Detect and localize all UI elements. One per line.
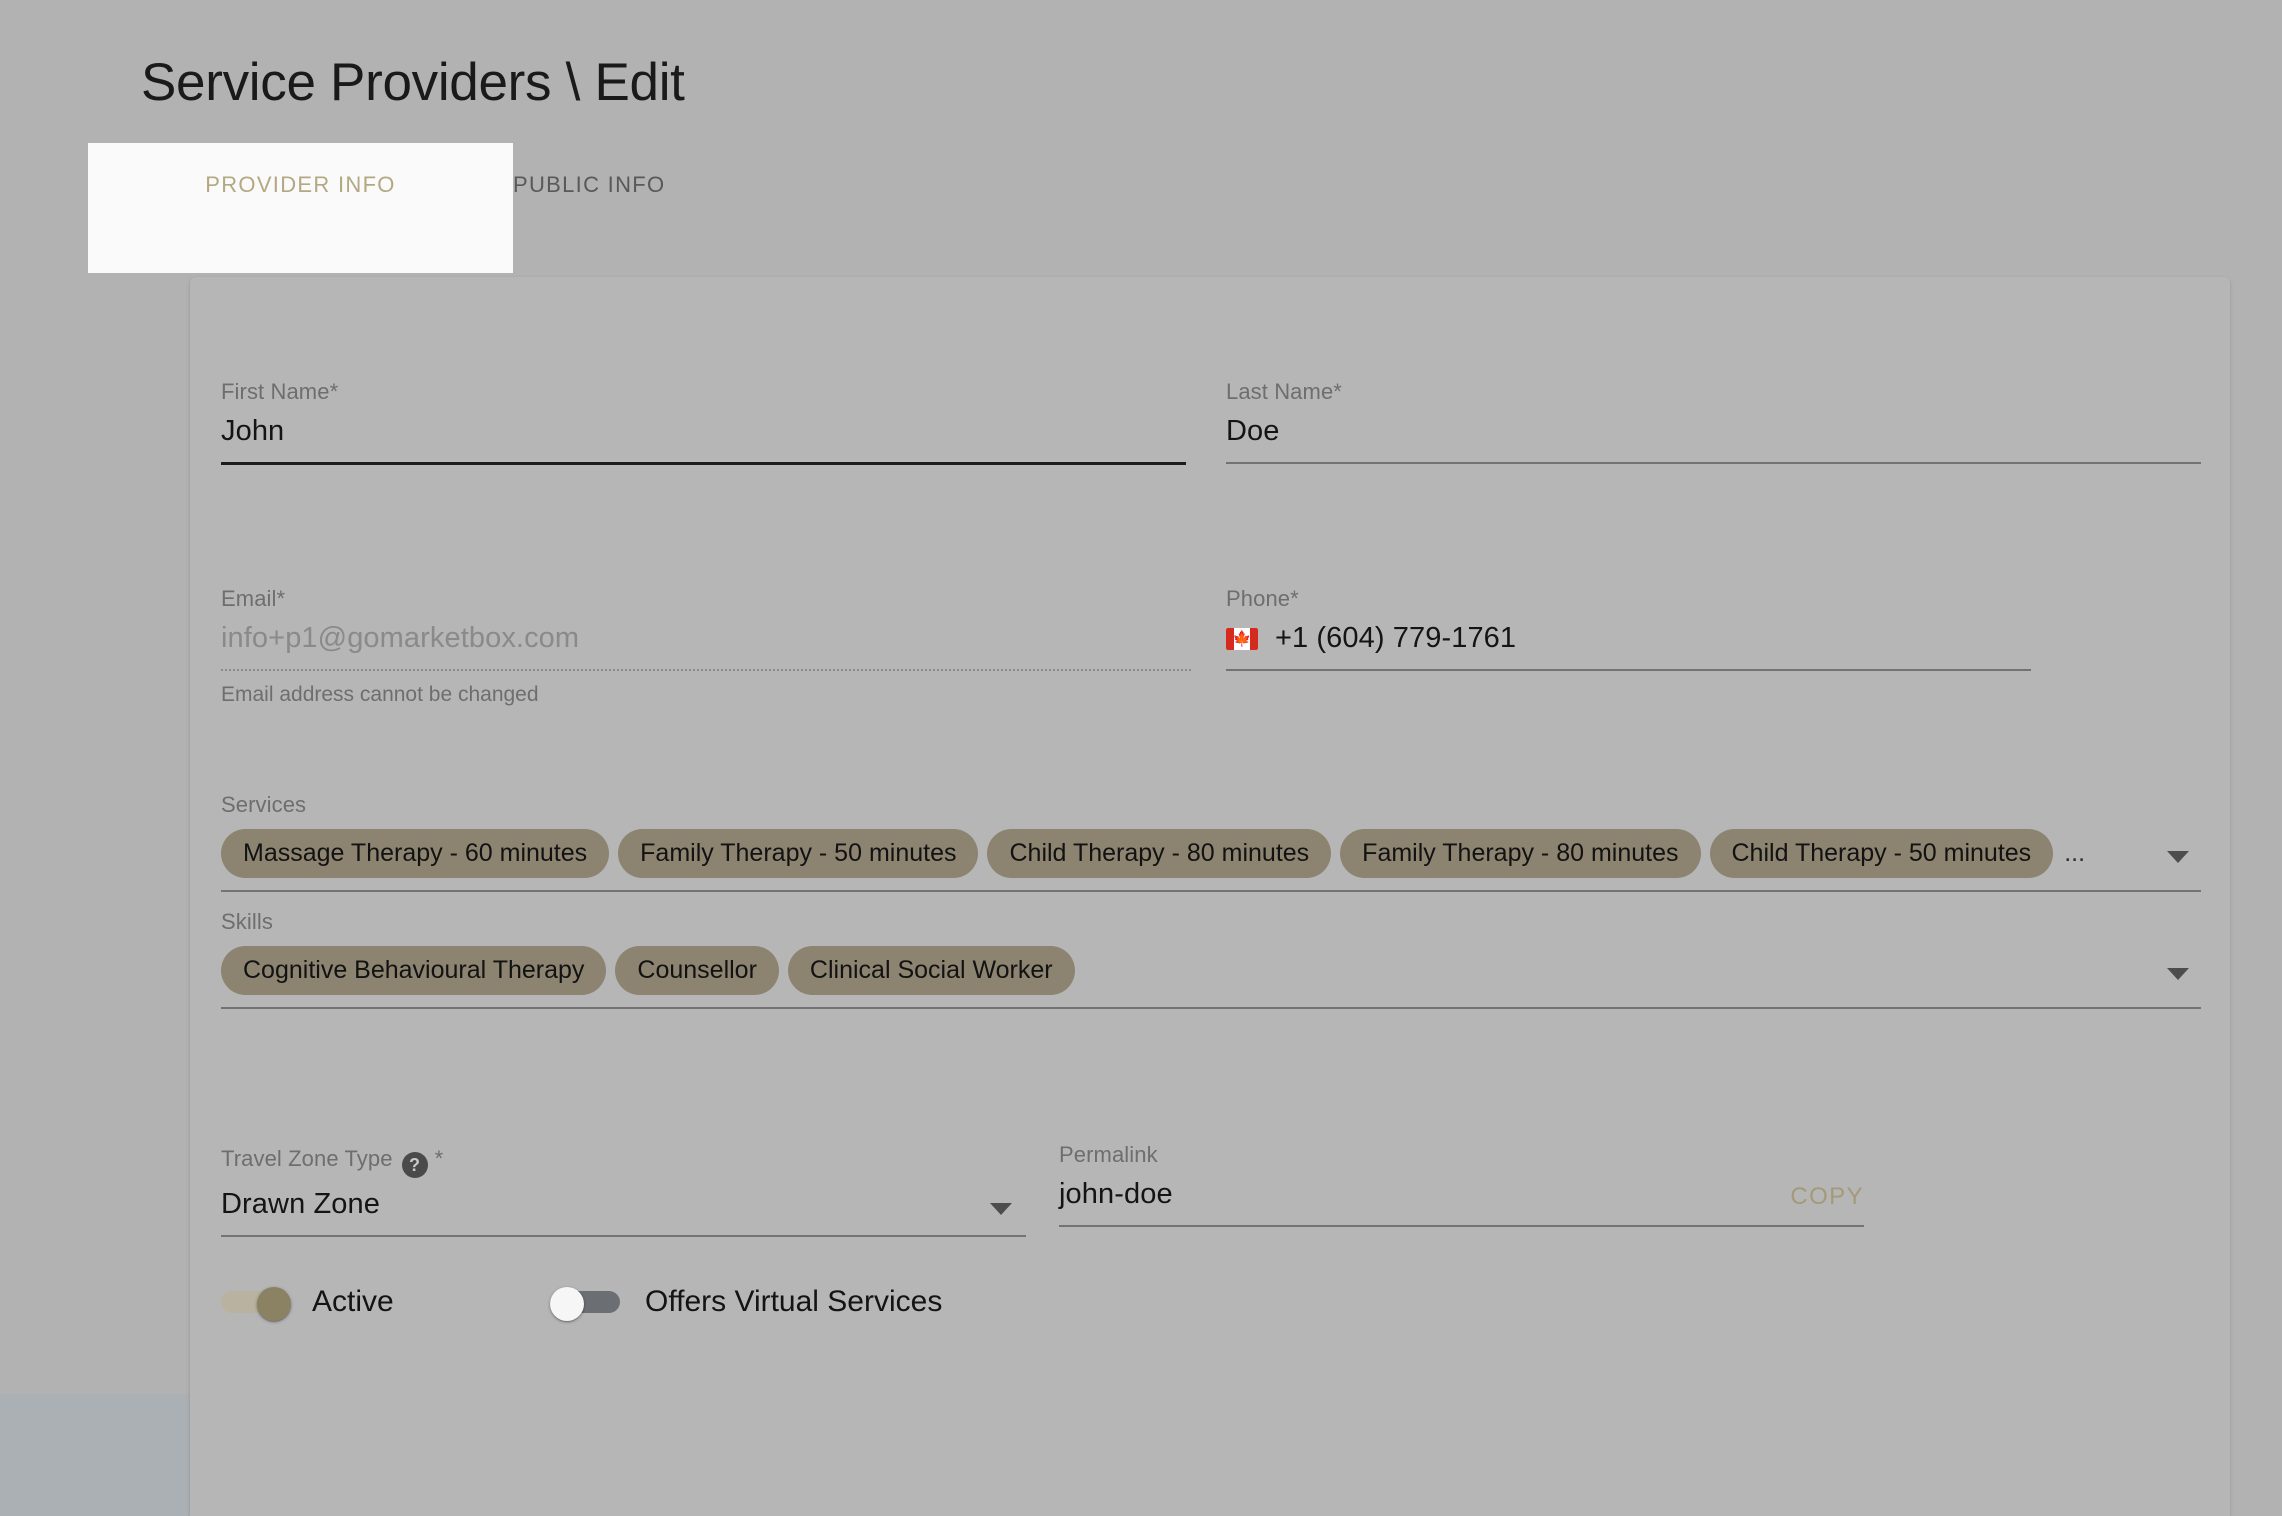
travel-zone-type-label: Travel Zone Type? * [221, 1146, 1026, 1178]
toggle-thumb [257, 1287, 291, 1321]
field-last-name: Last Name* Doe [1226, 379, 2201, 464]
required-asterisk: * [329, 379, 339, 404]
toggle-offers-virtual-services[interactable] [550, 1287, 620, 1321]
first-name-label: First Name* [221, 379, 339, 404]
canada-flag-icon[interactable]: 🍁 [1226, 627, 1258, 650]
tab-list: PROVIDER INFO [88, 143, 513, 273]
first-name-input[interactable]: John [221, 415, 1186, 465]
toggle-active[interactable] [221, 1287, 291, 1321]
permalink-input-wrap[interactable]: john-doe COPY [1059, 1178, 1864, 1227]
page-title: Service Providers \ Edit [141, 53, 685, 112]
services-label: Services [221, 792, 307, 817]
tab-provider-info[interactable]: PROVIDER INFO [88, 143, 513, 198]
field-permalink: Permalink john-doe COPY [1059, 1142, 1864, 1227]
services-select[interactable]: Massage Therapy - 60 minutes Family Ther… [221, 829, 2201, 893]
travel-zone-type-value: Drawn Zone [221, 1188, 380, 1220]
chip-service[interactable]: Family Therapy - 80 minutes [1340, 829, 1701, 879]
chip-service[interactable]: Massage Therapy - 60 minutes [221, 829, 610, 879]
chevron-down-icon[interactable] [990, 1202, 1012, 1215]
copy-permalink-button[interactable]: COPY [1790, 1183, 1864, 1211]
services-chip-list: Massage Therapy - 60 minutes Family Ther… [221, 829, 2111, 890]
phone-label: Phone* [1226, 586, 1299, 611]
toggle-virtual-services-group: Offers Virtual Services [550, 1285, 943, 1321]
services-overflow-indicator: ... [2064, 839, 2086, 868]
tab-strip: PROVIDER INFO [88, 143, 551, 375]
skills-chip-list: Cognitive Behavioural Therapy Counsellor… [221, 946, 2201, 1007]
chip-service[interactable]: Child Therapy - 50 minutes [1709, 829, 2054, 879]
toggle-active-label: Active [312, 1285, 394, 1318]
field-first-name: First Name* John [221, 379, 1186, 465]
skills-label: Skills [221, 909, 273, 934]
chip-skill[interactable]: Clinical Social Worker [787, 946, 1075, 996]
field-travel-zone-type: Travel Zone Type? * Drawn Zone [221, 1146, 1026, 1237]
phone-row: 🍁 +1 (604) 779-1761 [1226, 622, 2031, 655]
email-hint: Email address cannot be changed [221, 682, 539, 706]
chevron-down-icon[interactable] [2167, 968, 2189, 981]
permalink-label: Permalink [1059, 1142, 1158, 1167]
phone-input-wrap[interactable]: 🍁 +1 (604) 779-1761 [1226, 622, 2031, 671]
chevron-down-icon[interactable] [2167, 851, 2189, 864]
toggle-thumb [550, 1287, 584, 1321]
toggle-virtual-services-label: Offers Virtual Services [645, 1285, 943, 1318]
sidebar-panel [0, 1394, 190, 1516]
tab-public-info[interactable]: PUBLIC INFO [513, 143, 773, 198]
chip-skill[interactable]: Cognitive Behavioural Therapy [221, 946, 607, 996]
field-services: Services Massage Therapy - 60 minutes Fa… [221, 792, 2201, 893]
field-email: Email* info+p1@gomarketbox.com Email add… [221, 586, 1191, 707]
skills-select[interactable]: Cognitive Behavioural Therapy Counsellor… [221, 946, 2201, 1010]
field-skills: Skills Cognitive Behavioural Therapy Cou… [221, 909, 2201, 1010]
last-name-input[interactable]: Doe [1226, 415, 2201, 464]
email-label: Email* [221, 586, 286, 611]
last-name-label: Last Name* [1226, 379, 1342, 404]
permalink-input[interactable]: john-doe [1059, 1178, 1173, 1210]
question-mark-icon[interactable]: ? [401, 1152, 428, 1178]
required-asterisk: * [276, 586, 286, 611]
toggle-active-group: Active [221, 1285, 394, 1321]
required-asterisk: * [1333, 379, 1342, 404]
required-asterisk: * [434, 1146, 444, 1171]
chip-service[interactable]: Family Therapy - 50 minutes [618, 829, 979, 879]
chip-skill[interactable]: Counsellor [615, 946, 779, 996]
chip-service[interactable]: Child Therapy - 80 minutes [987, 829, 1332, 879]
phone-number-input[interactable]: +1 (604) 779-1761 [1275, 622, 1516, 655]
required-asterisk: * [1290, 586, 1299, 611]
email-input: info+p1@gomarketbox.com [221, 622, 1191, 671]
travel-zone-type-select[interactable]: Drawn Zone [221, 1188, 1026, 1237]
field-phone: Phone* 🍁 +1 (604) 779-1761 [1226, 586, 2031, 671]
